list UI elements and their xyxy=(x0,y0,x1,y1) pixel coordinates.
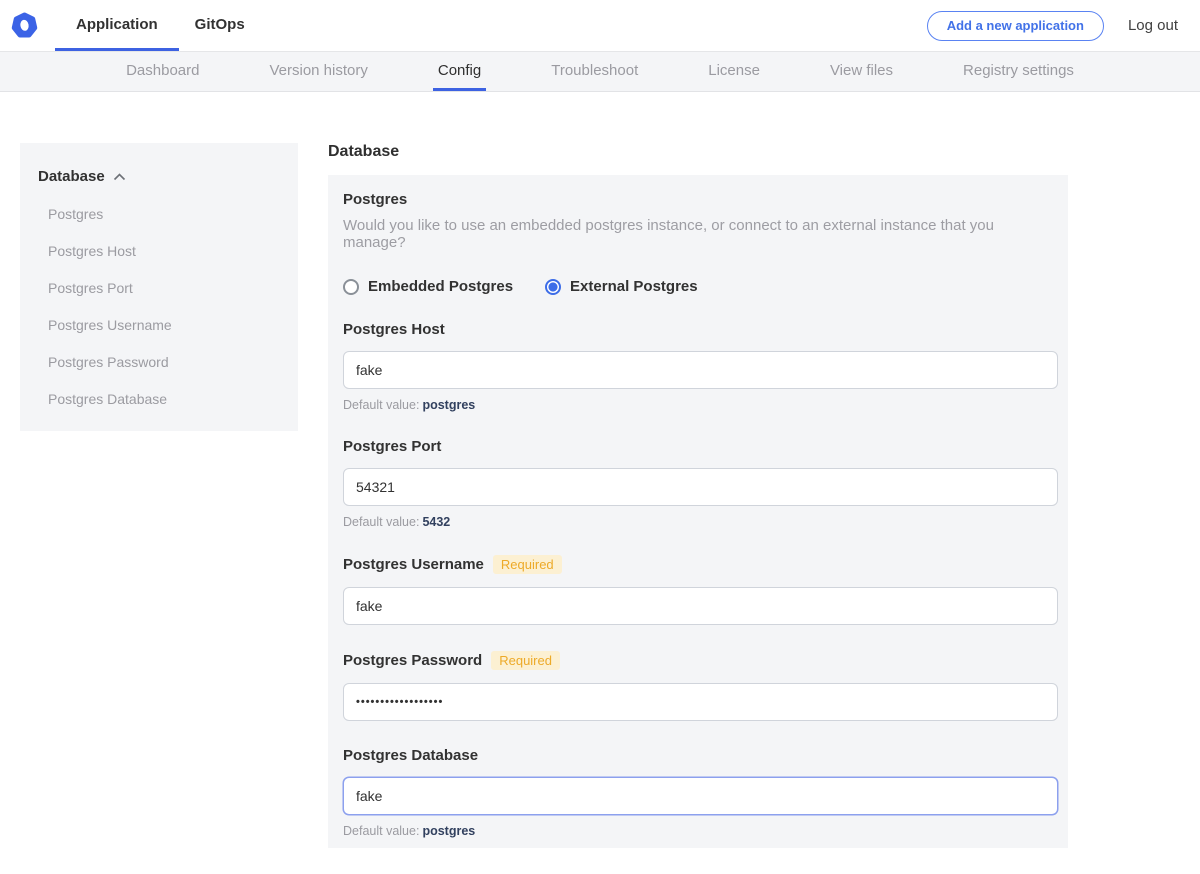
radio-embedded-postgres[interactable]: Embedded Postgres xyxy=(343,278,513,295)
field-postgres-password: Postgres Password Required xyxy=(343,651,1058,721)
subtab-license[interactable]: License xyxy=(703,52,765,91)
default-value-note: Default value:5432 xyxy=(343,515,1058,529)
required-badge: Required xyxy=(491,651,560,670)
field-label: Postgres Database xyxy=(343,747,478,764)
subtab-config[interactable]: Config xyxy=(433,52,486,91)
radio-unchecked-icon xyxy=(343,279,359,295)
subtab-dashboard[interactable]: Dashboard xyxy=(121,52,204,91)
sidebar-item-postgres-password[interactable]: Postgres Password xyxy=(38,354,280,370)
sidebar-item-postgres-host[interactable]: Postgres Host xyxy=(38,243,280,259)
app-subnav: Dashboard Version history Config Trouble… xyxy=(0,52,1200,92)
postgres-group: Postgres Would you like to use an embedd… xyxy=(343,191,1058,295)
default-value-note: Default value:postgres xyxy=(343,398,1058,412)
config-sidebar: Database Postgres Postgres Host Postgres… xyxy=(20,143,298,431)
sidebar-item-postgres-username[interactable]: Postgres Username xyxy=(38,317,280,333)
postgres-database-input[interactable] xyxy=(343,777,1058,815)
field-label: Postgres Host xyxy=(343,321,445,338)
logout-button[interactable]: Log out xyxy=(1128,17,1178,34)
sidebar-item-postgres-port[interactable]: Postgres Port xyxy=(38,280,280,296)
sidebar-group-label: Database xyxy=(38,168,105,185)
radio-external-postgres[interactable]: External Postgres xyxy=(545,278,698,295)
sidebar-item-list: Postgres Postgres Host Postgres Port Pos… xyxy=(38,206,280,407)
top-nav: Application GitOps Add a new application… xyxy=(0,0,1200,52)
sidebar-item-postgres-database[interactable]: Postgres Database xyxy=(38,391,280,407)
chevron-up-icon xyxy=(113,173,126,181)
default-value-note: Default value:postgres xyxy=(343,824,1058,838)
radio-checked-icon xyxy=(545,279,561,295)
config-main: Database Postgres Would you like to use … xyxy=(328,143,1068,874)
sidebar-item-postgres[interactable]: Postgres xyxy=(38,206,280,222)
subtab-version-history[interactable]: Version history xyxy=(264,52,372,91)
field-postgres-username: Postgres Username Required xyxy=(343,555,1058,625)
subtab-view-files[interactable]: View files xyxy=(825,52,898,91)
field-label: Postgres Username xyxy=(343,556,484,573)
field-postgres-port: Postgres Port Default value:5432 xyxy=(343,438,1058,529)
postgres-username-input[interactable] xyxy=(343,587,1058,625)
database-config-panel: Postgres Would you like to use an embedd… xyxy=(328,175,1068,848)
subtab-registry-settings[interactable]: Registry settings xyxy=(958,52,1079,91)
postgres-host-input[interactable] xyxy=(343,351,1058,389)
sidebar-group-database[interactable]: Database xyxy=(38,168,280,185)
group-label: Postgres xyxy=(343,191,1058,208)
add-new-application-button[interactable]: Add a new application xyxy=(927,11,1104,41)
required-badge: Required xyxy=(493,555,562,574)
field-label: Postgres Password xyxy=(343,652,482,669)
postgres-password-input[interactable] xyxy=(343,683,1058,721)
replicated-logo-icon xyxy=(11,12,38,39)
section-title: Database xyxy=(328,143,1068,161)
field-postgres-host: Postgres Host Default value:postgres xyxy=(343,321,1058,412)
postgres-mode-radio-group: Embedded Postgres External Postgres xyxy=(343,278,1058,295)
tab-gitops[interactable]: GitOps xyxy=(179,0,261,51)
app-logo[interactable] xyxy=(0,0,55,51)
field-postgres-database: Postgres Database Default value:postgres xyxy=(343,747,1058,838)
tab-application[interactable]: Application xyxy=(55,0,179,51)
subtab-troubleshoot[interactable]: Troubleshoot xyxy=(546,52,643,91)
group-help-text: Would you like to use an embedded postgr… xyxy=(343,217,1058,251)
field-label: Postgres Port xyxy=(343,438,441,455)
postgres-port-input[interactable] xyxy=(343,468,1058,506)
